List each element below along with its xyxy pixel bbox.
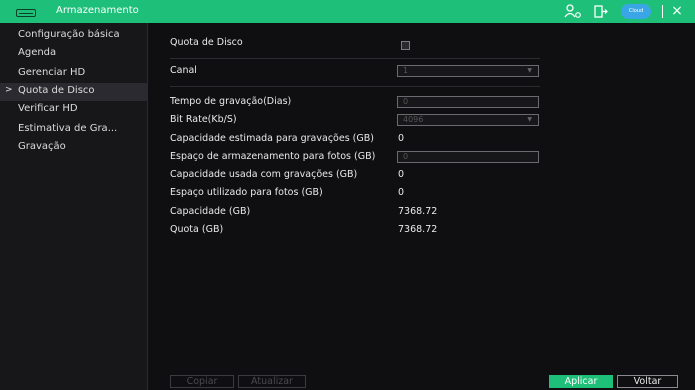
sidebar-item-agenda[interactable]: Agenda xyxy=(0,45,148,63)
estimated-capacity-label: Capacidade estimada para gravações (GB) xyxy=(170,133,374,144)
bitrate-select[interactable]: 4096 ▼ xyxy=(397,114,539,126)
sidebar-item-label: Estimativa de Gra... xyxy=(18,123,118,134)
close-icon[interactable]: × xyxy=(668,4,686,19)
channel-select[interactable]: 1 ▼ xyxy=(397,65,539,77)
recording-time-label: Tempo de gravação(Dias) xyxy=(170,96,292,107)
back-button[interactable]: Voltar xyxy=(617,375,678,388)
window-title: Armazenamento xyxy=(56,5,139,16)
estimated-capacity-value: 0 xyxy=(398,133,405,144)
exit-icon[interactable] xyxy=(593,4,609,19)
sidebar-item-label: Gerenciar HD xyxy=(18,67,86,78)
quota-checkbox[interactable] xyxy=(401,41,410,50)
sidebar-item-label: Agenda xyxy=(18,47,57,58)
title-bar-divider xyxy=(662,5,663,18)
sidebar-item-verificar-hd[interactable]: Verificar HD xyxy=(0,101,148,119)
sidebar: Configuração básica Agenda Gerenciar HD … xyxy=(0,23,148,390)
capacity-label: Capacidade (GB) xyxy=(170,206,251,217)
apply-button[interactable]: Aplicar xyxy=(549,375,613,388)
sidebar-item-gerenciar-hd[interactable]: Gerenciar HD xyxy=(0,65,148,83)
refresh-button[interactable]: Atualizar xyxy=(238,375,306,388)
quota-total-label: Quota (GB) xyxy=(170,224,224,235)
bitrate-value: 4096 xyxy=(403,115,424,124)
user-settings-icon[interactable] xyxy=(564,4,582,19)
hard-disk-icon xyxy=(16,9,36,17)
photo-space-input[interactable]: 0 xyxy=(397,151,539,163)
quota-label: Quota de Disco xyxy=(170,37,243,48)
main-panel: Quota de Disco Canal 1 ▼ Tempo de gravaç… xyxy=(149,23,695,390)
used-photo-label: Espaço utilizado para fotos (GB) xyxy=(170,187,323,198)
sidebar-item-configuracao-basica[interactable]: Configuração básica xyxy=(0,27,148,45)
used-photo-value: 0 xyxy=(398,187,405,198)
sidebar-item-gravacao[interactable]: Gravação xyxy=(0,139,148,157)
cloud-icon[interactable]: Cloud xyxy=(621,4,651,19)
chevron-down-icon: ▼ xyxy=(527,67,532,74)
used-recording-value: 0 xyxy=(398,169,405,180)
recording-time-input[interactable]: 0 xyxy=(397,96,539,108)
sidebar-item-label: Gravação xyxy=(18,141,66,152)
sidebar-item-estimativa-de-gravacao[interactable]: Estimativa de Gra... xyxy=(0,121,148,139)
quota-total-value: 7368.72 xyxy=(398,224,438,235)
divider xyxy=(170,58,540,59)
photo-space-label: Espaço de armazenamento para fotos (GB) xyxy=(170,151,376,162)
channel-value: 1 xyxy=(403,66,409,75)
copy-button[interactable]: Copiar xyxy=(170,375,234,388)
sidebar-item-quota-de-disco[interactable]: > Quota de Disco xyxy=(0,83,148,101)
sidebar-item-label: Verificar HD xyxy=(18,103,78,114)
sidebar-item-label: Configuração básica xyxy=(18,29,120,40)
used-recording-label: Capacidade usada com gravações (GB) xyxy=(170,169,358,180)
channel-label: Canal xyxy=(170,65,197,76)
sidebar-item-label: Quota de Disco xyxy=(18,85,95,96)
bitrate-label: Bit Rate(Kb/S) xyxy=(170,114,237,125)
photo-space-value: 0 xyxy=(403,152,409,161)
capacity-value: 7368.72 xyxy=(398,206,438,217)
recording-time-value: 0 xyxy=(403,97,409,106)
title-bar: Armazenamento Cloud × xyxy=(0,0,695,23)
chevron-down-icon: ▼ xyxy=(527,116,532,123)
storage-window: Armazenamento Cloud × Configuração básic… xyxy=(0,0,695,390)
chevron-right-icon: > xyxy=(5,85,13,95)
divider xyxy=(170,86,540,87)
